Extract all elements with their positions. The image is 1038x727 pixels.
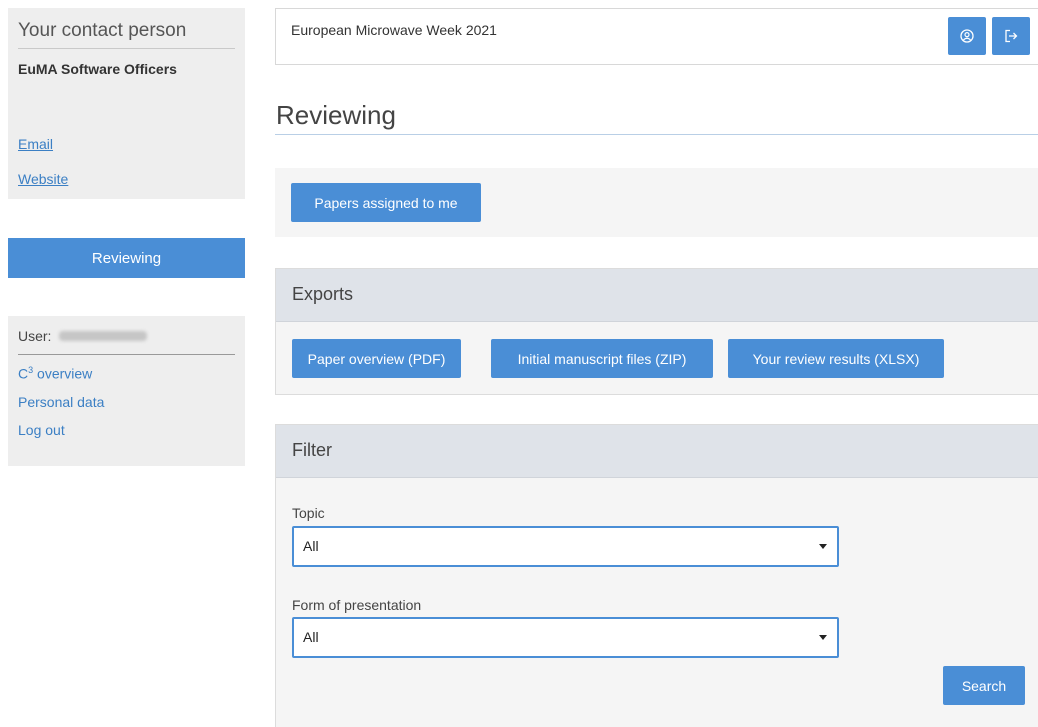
c3-overview-link[interactable]: C3 overview <box>18 365 235 382</box>
user-name-redacted <box>59 331 148 341</box>
user-label: User: <box>18 328 52 344</box>
user-line: User: <box>18 328 235 355</box>
export-pdf-button[interactable]: Paper overview (PDF) <box>292 339 461 378</box>
page-title: Reviewing <box>276 100 396 130</box>
form-selected-value: All <box>303 629 319 645</box>
exports-heading: Exports <box>276 269 1038 322</box>
profile-button[interactable] <box>948 17 986 55</box>
event-name: European Microwave Week 2021 <box>291 22 497 38</box>
topic-label: Topic <box>292 505 325 521</box>
filter-panel: Filter Topic All Form of presentation Al… <box>275 424 1038 727</box>
topic-selected-value: All <box>303 538 319 554</box>
form-of-presentation-select[interactable]: All <box>292 617 839 658</box>
email-link[interactable]: Email <box>18 136 53 152</box>
search-button[interactable]: Search <box>943 666 1025 705</box>
papers-assigned-button[interactable]: Papers assigned to me <box>291 183 481 222</box>
contact-name: EuMA Software Officers <box>18 61 177 77</box>
chevron-down-icon <box>819 544 827 549</box>
contact-person-box: Your contact person EuMA Software Office… <box>8 8 245 199</box>
contact-title: Your contact person <box>18 20 235 49</box>
c3-prefix: C <box>18 365 29 382</box>
form-of-presentation-label: Form of presentation <box>292 597 422 613</box>
user-box: User: C3 overview Personal data Log out <box>8 316 245 466</box>
logout-button[interactable] <box>992 17 1030 55</box>
export-zip-button[interactable]: Initial manuscript files (ZIP) <box>491 339 713 378</box>
event-header: European Microwave Week 2021 <box>275 8 1038 65</box>
export-xlsx-button[interactable]: Your review results (XLSX) <box>728 339 944 378</box>
logout-icon <box>1005 29 1018 43</box>
c3-suffix: overview <box>33 365 93 382</box>
topic-select[interactable]: All <box>292 526 839 567</box>
website-link[interactable]: Website <box>18 171 68 187</box>
sidebar-item-reviewing[interactable]: Reviewing <box>8 238 245 278</box>
exports-panel: Exports Paper overview (PDF) Initial man… <box>275 268 1038 395</box>
logout-link[interactable]: Log out <box>18 422 235 438</box>
chevron-down-icon <box>819 635 827 640</box>
title-divider <box>275 134 1038 135</box>
assigned-panel: Papers assigned to me <box>275 168 1038 237</box>
personal-data-link[interactable]: Personal data <box>18 394 235 410</box>
user-circle-icon <box>960 29 974 43</box>
filter-heading: Filter <box>276 425 1038 478</box>
